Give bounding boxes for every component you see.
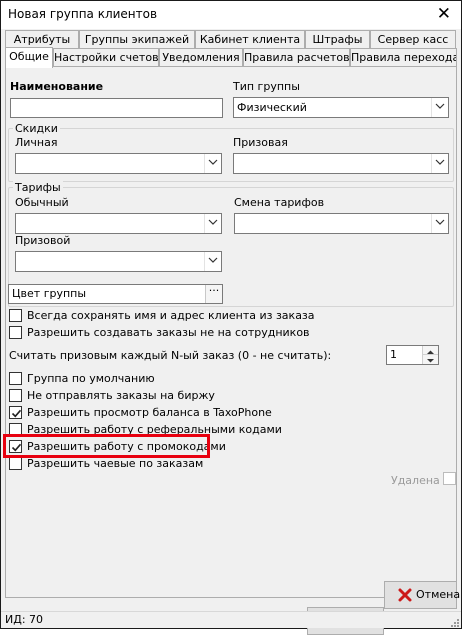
group-type-label: Тип группы (233, 80, 300, 93)
close-icon[interactable]: ✕ (437, 4, 451, 24)
checkbox-label: Не отправлять заказы на биржу (27, 389, 215, 402)
dialog-client: Атрибуты Группы экипажей Кабинет клиента… (1, 29, 461, 635)
title-bar: Новая группа клиентов ✕ (1, 1, 461, 29)
checkbox-box[interactable] (9, 326, 22, 339)
checkbox-label: Всегда сохранять имя и адрес клиента из … (27, 309, 315, 322)
chevron-down-icon[interactable] (204, 252, 221, 271)
cancel-button[interactable]: Отмена (384, 581, 461, 609)
spin-down-icon[interactable] (423, 355, 438, 364)
tariff-normal-select[interactable] (15, 213, 222, 234)
tab-fines[interactable]: Штрафы (305, 30, 370, 49)
color-picker-button[interactable]: ··· (205, 285, 222, 303)
checkbox-label: Разрешить чаевые по заказам (27, 457, 204, 470)
window-title: Новая группа клиентов (8, 7, 158, 21)
group-type-select[interactable]: Физический (233, 97, 449, 118)
chevron-down-icon[interactable] (431, 98, 448, 117)
tariff-normal-label: Обычный (15, 196, 69, 209)
tab-account-settings[interactable]: Настройки счетов (53, 48, 159, 67)
close-icon (397, 587, 413, 613)
tariff-prize-select[interactable] (15, 251, 222, 272)
checkbox-box[interactable] (9, 372, 22, 385)
tariff-change-select[interactable] (234, 213, 449, 234)
chevron-down-icon[interactable] (431, 154, 448, 173)
discount-personal-select[interactable] (15, 153, 222, 174)
checkbox-label: Разрешить просмотр баланса в TaxoPhone (27, 406, 272, 419)
tariffs-title: Тарифы (13, 181, 63, 194)
chevron-down-icon[interactable] (204, 214, 221, 233)
checkmark-icon (11, 409, 22, 418)
tab-transition-rules[interactable]: Правила перехода (350, 48, 457, 67)
discount-prize-label: Призовая (233, 136, 288, 149)
group-color-picker[interactable]: Цвет группы ··· (8, 284, 223, 304)
spinner-buttons (422, 346, 438, 364)
tab-cash-server[interactable]: Сервер касс (370, 30, 456, 49)
tab-notifications[interactable]: Уведомления (159, 48, 243, 67)
group-color-value: Цвет группы (12, 287, 87, 300)
group-type-value: Физический (237, 101, 307, 114)
status-bar: ИД: 70 (1, 611, 461, 628)
name-input[interactable] (10, 98, 223, 118)
nth-order-value: 1 (390, 348, 397, 361)
deleted-label: Удалена (391, 474, 440, 487)
tariff-prize-label: Призовой (15, 234, 71, 247)
discount-personal-label: Личная (15, 136, 58, 149)
deleted-checkbox (443, 472, 456, 485)
tab-calculation-rules[interactable]: Правила расчетов (243, 48, 350, 67)
discount-prize-select[interactable] (233, 153, 449, 174)
checkbox-box[interactable] (9, 457, 22, 470)
tab-client-cabinet[interactable]: Кабинет клиента (195, 30, 305, 49)
nth-order-spinner[interactable]: 1 (386, 345, 439, 365)
discounts-title: Скидки (13, 122, 60, 135)
status-id: ИД: 70 (5, 613, 44, 626)
resize-grip-icon[interactable] (449, 617, 459, 627)
checkbox-box[interactable] (9, 406, 22, 419)
tab-general[interactable]: Общие (5, 47, 53, 68)
checkbox-box[interactable] (9, 309, 22, 322)
dialog-window: Новая группа клиентов ✕ Атрибуты Группы … (0, 0, 462, 635)
tab-crew-groups[interactable]: Группы экипажей (79, 30, 195, 49)
name-label: Наименование (10, 80, 104, 93)
chevron-down-icon[interactable] (204, 154, 221, 173)
checkbox-box[interactable] (9, 389, 22, 402)
nth-order-label: Считать призовым каждый N-ый заказ (0 - … (9, 349, 332, 362)
chevron-down-icon[interactable] (431, 214, 448, 233)
tab-panel-general: Наименование Тип группы Физический Скидк… (5, 66, 457, 635)
checkbox-label: Разрешить создавать заказы не на сотрудн… (27, 326, 310, 339)
spin-up-icon[interactable] (423, 346, 438, 355)
annotation-highlight-box (3, 434, 210, 458)
tariff-change-label: Смена тарифов (234, 196, 325, 209)
cancel-label: Отмена (416, 588, 461, 601)
checkbox-label: Группа по умолчанию (27, 372, 155, 385)
